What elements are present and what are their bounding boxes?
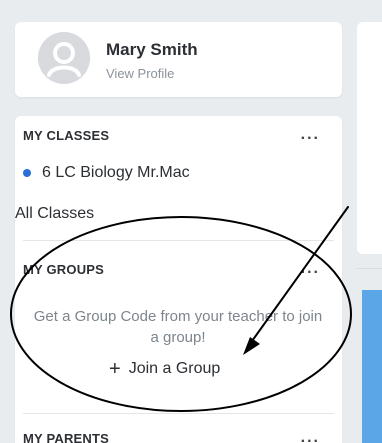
class-item[interactable]: 6 LC Biology Mr.Mac: [23, 164, 190, 182]
class-item-label: 6 LC Biology Mr.Mac: [42, 164, 190, 181]
my-groups-more-button[interactable]: ...: [301, 260, 320, 278]
main-content-card: [357, 22, 382, 254]
divider: [357, 268, 382, 269]
divider: [23, 413, 334, 414]
my-classes-more-button[interactable]: ...: [301, 126, 320, 144]
user-icon: [38, 32, 90, 84]
profile-name: Mary Smith: [106, 40, 198, 59]
sidebar-card: MY CLASSES ... 6 LC Biology Mr.Mac All C…: [15, 116, 342, 443]
my-groups-title: MY GROUPS: [23, 262, 105, 277]
join-group-button[interactable]: + Join a Group: [109, 358, 221, 380]
group-code-hint: Get a Group Code from your teacher to jo…: [33, 308, 323, 346]
divider: [23, 240, 334, 241]
all-classes-link[interactable]: All Classes: [15, 205, 94, 223]
class-dot-icon: [23, 169, 31, 177]
my-parents-title: MY PARENTS: [23, 431, 110, 443]
app-screen: Mary Smith View Profile MY CLASSES ... 6…: [0, 0, 382, 443]
my-parents-more-button[interactable]: ...: [301, 429, 320, 443]
join-group-label: Join a Group: [128, 360, 221, 377]
plus-icon: +: [109, 358, 121, 380]
avatar[interactable]: [38, 32, 90, 84]
banner-image: [362, 290, 382, 443]
view-profile-link[interactable]: View Profile: [106, 66, 174, 81]
profile-card[interactable]: Mary Smith View Profile: [15, 22, 342, 97]
my-classes-title: MY CLASSES: [23, 128, 110, 143]
